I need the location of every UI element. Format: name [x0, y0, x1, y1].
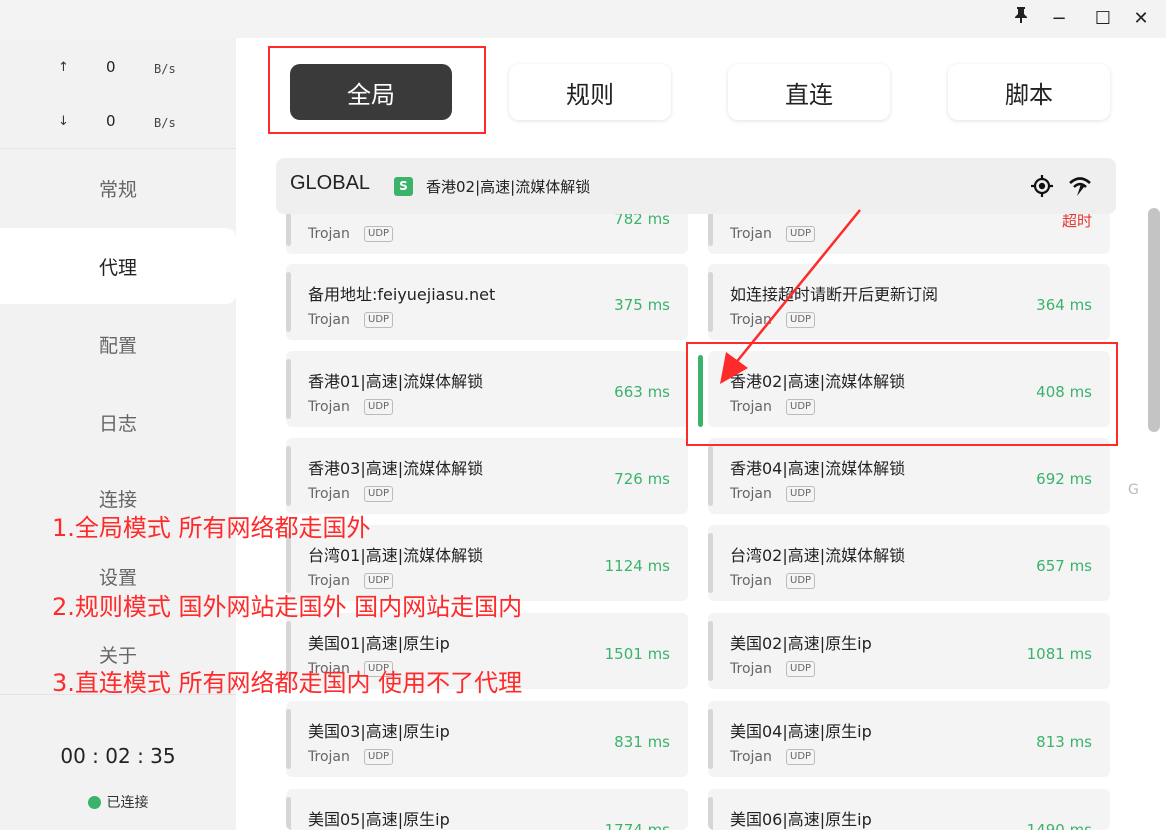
- group-type-badge: S: [394, 177, 413, 196]
- proxy-type: Trojan: [730, 661, 772, 677]
- traffic-panel: ↑ 0 B/s ↓ 0 B/s: [0, 38, 236, 149]
- proxy-card[interactable]: 美国02|高速|原生ip Trojan UDP 1081 ms: [708, 613, 1110, 689]
- proxy-card[interactable]: 台湾02|高速|流媒体解锁 Trojan UDP 657 ms: [708, 525, 1110, 601]
- status-dot-icon: [87, 796, 101, 809]
- proxy-name: 美国04|高速|原生ip: [730, 722, 872, 741]
- proxy-card[interactable]: 美国03|高速|原生ip Trojan UDP 831 ms: [286, 701, 688, 777]
- sidebar-item-proxy[interactable]: 代理: [0, 228, 236, 304]
- proxy-delay[interactable]: 1501 ms: [605, 645, 670, 663]
- close-button[interactable]: ✕: [1126, 6, 1156, 32]
- proxy-name: 香港03|高速|流媒体解锁: [308, 459, 484, 478]
- uptime-timer: 00 : 02 : 35: [60, 744, 176, 768]
- upload-speed: 0: [106, 58, 116, 76]
- proxy-delay[interactable]: 1124 ms: [605, 557, 670, 575]
- annotation-arrow: [720, 209, 861, 384]
- proxy-delay[interactable]: 1081 ms: [1027, 645, 1092, 663]
- card-indicator: [708, 797, 713, 830]
- proxy-name: 香港04|高速|流媒体解锁: [730, 459, 906, 478]
- udp-badge: UDP: [786, 486, 816, 502]
- proxy-delay[interactable]: 831 ms: [614, 733, 670, 751]
- proxy-name: 台湾02|高速|流媒体解锁: [730, 546, 906, 565]
- speed-test-icon[interactable]: [1068, 175, 1092, 197]
- proxy-name: 美国06|高速|原生ip: [730, 810, 872, 829]
- mode-direct-button[interactable]: 直连: [728, 64, 890, 120]
- annotation-rule-mode: 2.规则模式 国外网站走国外 国内网站走国内: [52, 593, 523, 621]
- scrollbar-thumb[interactable]: [1148, 208, 1160, 432]
- upload-arrow-icon: ↑: [58, 60, 69, 75]
- proxy-card[interactable]: 美国04|高速|原生ip Trojan UDP 813 ms: [708, 701, 1110, 777]
- mode-rule-button[interactable]: 规则: [509, 64, 671, 120]
- proxy-delay[interactable]: 1774 ms: [605, 821, 670, 830]
- download-speed: 0: [106, 112, 116, 130]
- proxy-card[interactable]: 香港01|高速|流媒体解锁 Trojan UDP 663 ms: [286, 351, 688, 427]
- title-bar: [0, 0, 1166, 38]
- pin-icon[interactable]: [1006, 6, 1036, 32]
- proxy-type: Trojan: [730, 749, 772, 765]
- udp-badge: UDP: [364, 749, 394, 765]
- group-selected-proxy: 香港02|高速|流媒体解锁: [426, 178, 591, 196]
- proxy-card[interactable]: 美国05|高速|原生ip 1774 ms: [286, 789, 688, 830]
- proxy-delay[interactable]: 375 ms: [614, 296, 670, 314]
- proxy-card[interactable]: 备用地址:feiyuejiasu.net Trojan UDP 375 ms: [286, 264, 688, 340]
- proxy-delay[interactable]: 813 ms: [1036, 733, 1092, 751]
- card-indicator: [286, 272, 291, 332]
- udp-badge: UDP: [364, 399, 394, 415]
- annotation-global-mode: 1.全局模式 所有网络都走国外: [52, 514, 371, 542]
- proxy-name: 美国01|高速|原生ip: [308, 634, 450, 653]
- mode-script-button[interactable]: 脚本: [948, 64, 1110, 120]
- proxy-card[interactable]: 香港03|高速|流媒体解锁 Trojan UDP 726 ms: [286, 438, 688, 514]
- proxy-type: Trojan: [308, 399, 350, 415]
- proxy-delay[interactable]: 657 ms: [1036, 557, 1092, 575]
- udp-badge: UDP: [786, 749, 816, 765]
- upload-unit: B/s: [154, 62, 176, 76]
- highlight-box-global-mode: [268, 46, 486, 134]
- udp-badge: UDP: [786, 661, 816, 677]
- locate-icon[interactable]: [1031, 175, 1053, 197]
- group-name: GLOBAL: [290, 172, 371, 194]
- proxy-delay[interactable]: 364 ms: [1036, 296, 1092, 314]
- proxy-type: Trojan: [308, 749, 350, 765]
- card-indicator: [708, 446, 713, 506]
- proxy-delay[interactable]: 726 ms: [614, 470, 670, 488]
- minimize-button[interactable]: −: [1044, 6, 1074, 32]
- proxy-name: 美国05|高速|原生ip: [308, 810, 450, 829]
- sidebar-item-profiles[interactable]: 配置: [0, 306, 236, 382]
- card-indicator: [286, 359, 291, 419]
- card-indicator: [286, 797, 291, 830]
- proxy-type: Trojan: [308, 226, 350, 242]
- proxy-type: Trojan: [730, 486, 772, 502]
- udp-badge: UDP: [364, 226, 394, 242]
- proxy-delay[interactable]: 692 ms: [1036, 470, 1092, 488]
- card-indicator: [708, 709, 713, 769]
- card-indicator: [286, 709, 291, 769]
- proxy-name: 美国03|高速|原生ip: [308, 722, 450, 741]
- proxy-type: Trojan: [308, 312, 350, 328]
- proxy-name: 美国02|高速|原生ip: [730, 634, 872, 653]
- proxy-card[interactable]: 香港04|高速|流媒体解锁 Trojan UDP 692 ms: [708, 438, 1110, 514]
- proxy-delay[interactable]: 663 ms: [614, 383, 670, 401]
- proxy-name: 香港01|高速|流媒体解锁: [308, 372, 484, 391]
- proxy-name: 台湾01|高速|流媒体解锁: [308, 546, 484, 565]
- sidebar-item-general[interactable]: 常规: [0, 150, 236, 226]
- status-text: 已连接: [106, 795, 149, 811]
- connection-status: 已连接: [0, 792, 236, 812]
- card-indicator: [286, 446, 291, 506]
- sidebar-item-logs[interactable]: 日志: [0, 384, 236, 460]
- side-letter: G: [1128, 482, 1139, 498]
- udp-badge: UDP: [364, 312, 394, 328]
- proxy-card[interactable]: 美国06|高速|原生ip 1490 ms: [708, 789, 1110, 830]
- udp-badge: UDP: [364, 486, 394, 502]
- download-unit: B/s: [154, 116, 176, 130]
- annotation-direct-mode: 3.直连模式 所有网络都走国内 使用不了代理: [52, 669, 523, 697]
- proxy-delay[interactable]: 1490 ms: [1027, 821, 1092, 830]
- proxy-name: 备用地址:feiyuejiasu.net: [308, 285, 496, 304]
- proxy-type: Trojan: [730, 573, 772, 589]
- maximize-button[interactable]: ☐: [1088, 6, 1118, 32]
- card-indicator: [708, 621, 713, 681]
- udp-badge: UDP: [786, 573, 816, 589]
- download-arrow-icon: ↓: [58, 114, 69, 129]
- card-indicator: [708, 533, 713, 593]
- proxy-type: Trojan: [308, 486, 350, 502]
